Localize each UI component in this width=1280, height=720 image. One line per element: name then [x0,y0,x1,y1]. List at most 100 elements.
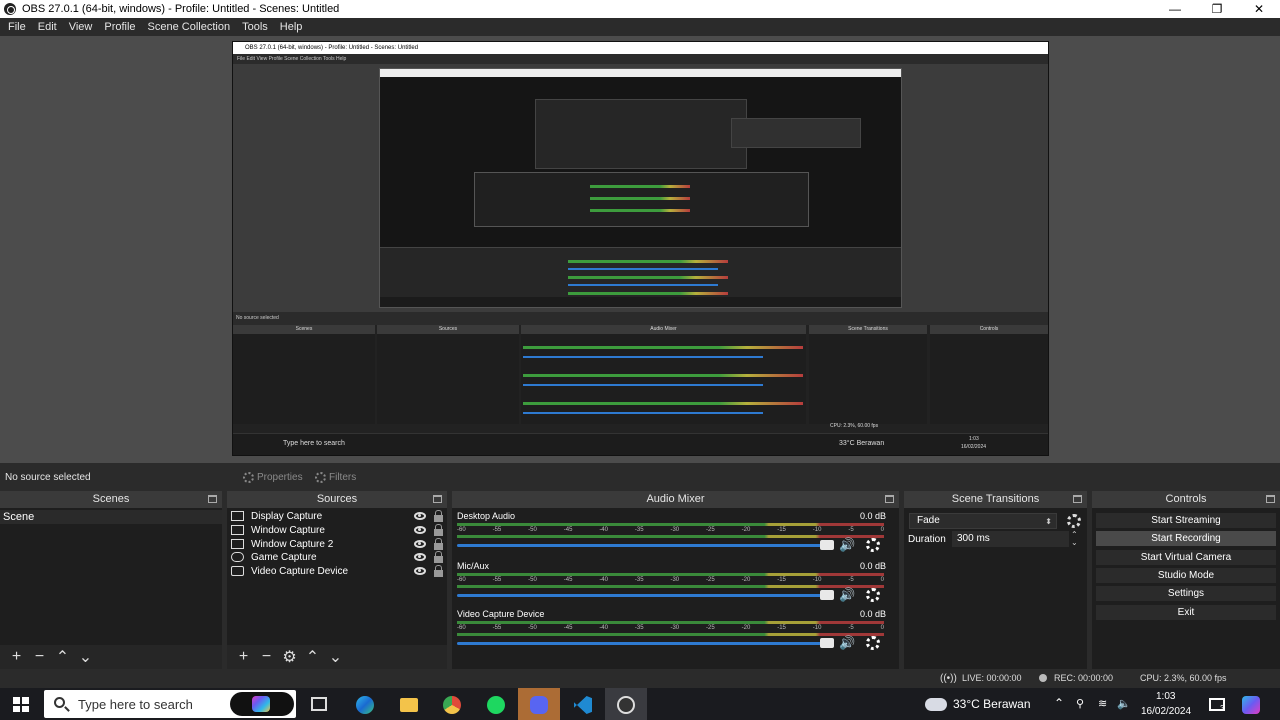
source-row[interactable]: Display Capture [227,509,447,523]
mixer-title: Audio Mixer [646,493,705,505]
meter-scale: -60 -55 -50 -45 -40 -35 -30 -25 -20 -15 -10 -5 0 [457,527,884,533]
visibility-icon[interactable] [414,567,426,575]
add-source-icon[interactable]: + [232,648,255,666]
speaker-icon[interactable]: 🔊 [839,588,857,602]
transition-select[interactable]: Fade ⬍ [909,513,1057,529]
spotify-icon[interactable] [487,696,505,714]
sources-list[interactable]: Display Capture Window Capture Window Ca… [227,508,447,645]
nested-obs-window-3 [535,99,861,169]
volume-slider[interactable] [457,594,827,597]
task-view-icon[interactable] [311,697,327,711]
exit-button[interactable]: Exit [1096,605,1276,620]
file-explorer-icon[interactable] [400,698,418,712]
clock-time[interactable]: 1:03 [1156,691,1175,702]
volume-slider-handle[interactable] [820,590,834,600]
scene-item[interactable]: Scene [0,510,222,524]
volume-slider-handle[interactable] [820,638,834,648]
move-down-icon[interactable]: ⌄ [74,647,97,667]
studio-mode-button[interactable]: Studio Mode [1096,568,1276,583]
add-scene-icon[interactable]: + [5,648,28,666]
copilot-icon[interactable] [230,692,294,716]
vscode-icon[interactable] [574,696,592,714]
volume-icon[interactable]: 🔈 [1117,697,1131,710]
chrome-icon[interactable] [443,696,461,714]
menu-edit[interactable]: Edit [32,21,63,33]
discord-icon[interactable] [530,696,548,714]
undock-icon[interactable] [433,495,442,503]
duration-input[interactable]: 300 ms [952,531,1069,547]
visibility-icon[interactable] [414,526,426,534]
lock-icon[interactable] [434,550,443,563]
copilot-tray-icon[interactable] [1242,696,1260,714]
notification-count: 3 [1220,704,1225,713]
weather-text[interactable]: 33°C Berawan [953,697,1031,711]
search-placeholder: Type here to search [78,697,193,712]
volume-slider[interactable] [457,544,827,547]
visibility-icon[interactable] [414,540,426,548]
properties-button[interactable]: Properties [243,468,303,486]
volume-slider-handle[interactable] [820,540,834,550]
source-label: Window Capture [251,524,325,536]
menu-tools[interactable]: Tools [236,21,274,33]
close-button[interactable]: ✕ [1238,0,1280,18]
start-virtual-camera-button[interactable]: Start Virtual Camera [1096,550,1276,565]
nested-title-bar [380,69,901,77]
windows-start-icon[interactable] [13,697,29,712]
menu-file[interactable]: File [2,21,32,33]
edge-icon[interactable] [356,696,374,714]
maximize-button[interactable]: ❐ [1196,0,1238,18]
minimize-button[interactable]: — [1154,0,1196,18]
settings-button[interactable]: Settings [1096,586,1276,601]
gear-icon[interactable] [866,538,880,552]
lock-icon[interactable] [434,564,443,577]
taskbar-search[interactable]: Type here to search [44,690,296,718]
channel-name: Desktop Audio [457,511,516,521]
lock-icon[interactable] [434,509,443,522]
start-recording-button[interactable]: Start Recording [1096,531,1276,546]
source-row[interactable]: Game Capture [227,550,447,564]
source-settings-icon[interactable]: ⚙ [278,647,301,667]
menu-scene-collection[interactable]: Scene Collection [142,21,237,33]
lock-icon[interactable] [434,523,443,536]
tray-chevron-icon[interactable]: ⌃ [1054,696,1064,710]
window-icon [231,525,244,535]
remove-source-icon[interactable]: − [255,648,278,666]
source-row[interactable]: Window Capture [227,523,447,537]
menu-view[interactable]: View [63,21,99,33]
clock-date[interactable]: 16/02/2024 [1141,706,1191,717]
filters-button[interactable]: Filters [315,468,356,486]
speaker-icon[interactable]: 🔊 [839,636,857,650]
undock-icon[interactable] [1266,495,1275,503]
channel-name: Video Capture Device [457,609,545,619]
duration-spinner-icon[interactable]: ⌃ ⌄ [1071,531,1078,547]
source-row[interactable]: Window Capture 2 [227,537,447,551]
visibility-icon[interactable] [414,553,426,561]
network-icon[interactable]: ⚲ [1076,697,1084,710]
volume-slider[interactable] [457,642,827,645]
start-streaming-button[interactable]: Start Streaming [1096,513,1276,528]
visibility-icon[interactable] [414,512,426,520]
undock-icon[interactable] [1073,495,1082,503]
volume-meter [457,633,884,636]
scenes-list[interactable]: Scene [0,508,222,645]
move-up-icon[interactable]: ⌃ [51,647,74,667]
preview-status: No source selected [233,312,1048,325]
obs-taskbar-icon[interactable] [617,696,635,714]
gear-icon[interactable] [866,636,880,650]
gear-icon[interactable] [866,588,880,602]
move-up-icon[interactable]: ⌃ [301,647,324,667]
preview-canvas[interactable]: OBS 27.0.1 (64-bit, windows) - Profile: … [232,41,1049,456]
lock-icon[interactable] [434,537,443,550]
gear-icon[interactable] [1067,514,1081,528]
undock-icon[interactable] [885,495,894,503]
move-down-icon[interactable]: ⌄ [324,647,347,667]
menu-help[interactable]: Help [274,21,309,33]
speaker-icon[interactable]: 🔊 [839,538,857,552]
menu-profile[interactable]: Profile [98,21,141,33]
remove-scene-icon[interactable]: − [28,648,51,666]
mixer-channel: Mic/Aux 0.0 dB -60 -55 -50 -45 -40 -35 -30 -25-… [456,561,886,605]
gamepad-icon [231,552,244,562]
undock-icon[interactable] [208,495,217,503]
wifi-icon[interactable]: ≋ [1098,697,1107,710]
source-row[interactable]: Video Capture Device [227,564,447,578]
